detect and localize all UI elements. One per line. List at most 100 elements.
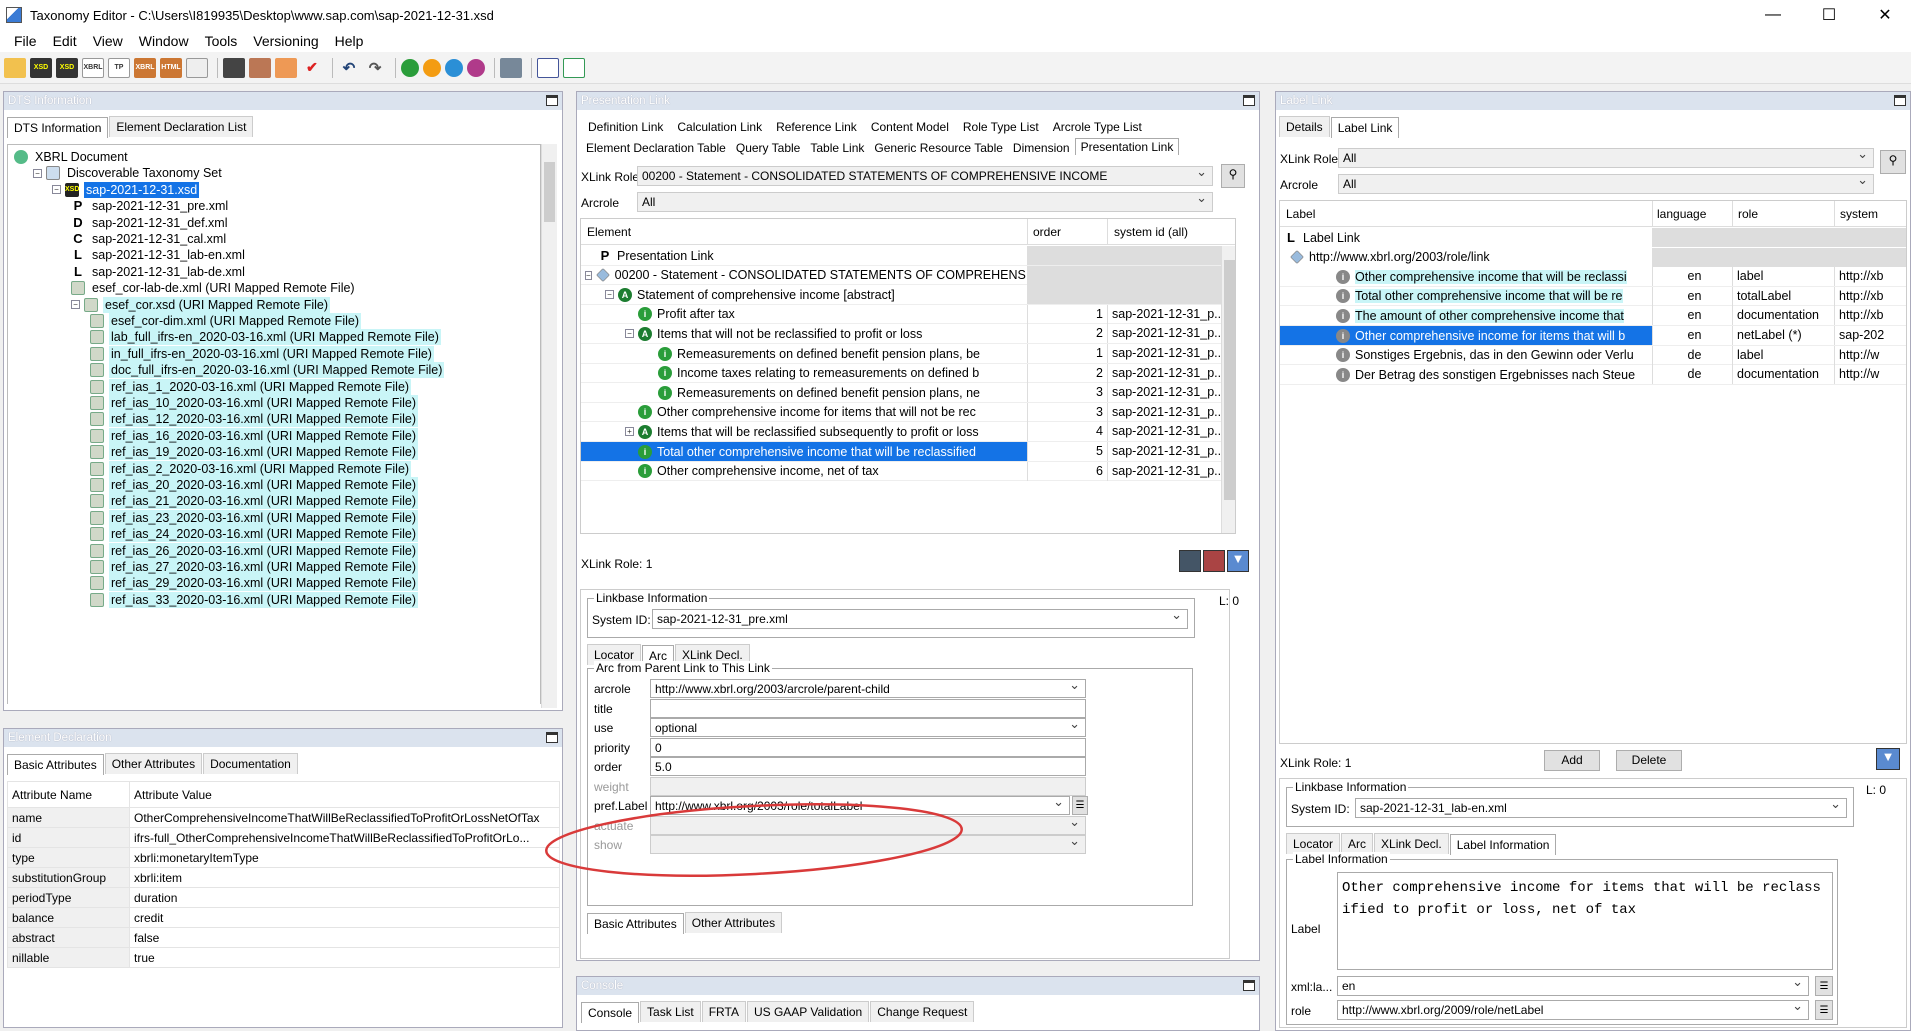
presentation-row[interactable]: − A Statement of comprehensive income [abs…: [581, 285, 1221, 305]
attribute-row[interactable]: substitutionGroup xbrli:item: [7, 867, 560, 888]
label-row[interactable]: i The amount of other comprehensive incom…: [1280, 306, 1906, 326]
attribute-row[interactable]: nillable true: [7, 947, 560, 968]
tab-label-locator[interactable]: Locator: [1286, 833, 1341, 854]
tab-label-xlink-decl[interactable]: XLink Decl.: [1374, 833, 1449, 854]
arc-attribute-field[interactable]: [650, 698, 1086, 718]
open-icon[interactable]: [4, 57, 26, 78]
role-select[interactable]: http://www.xbrl.org/2009/role/netLabel: [1337, 1000, 1809, 1020]
undo-icon[interactable]: ↶: [338, 58, 360, 78]
label-xlink-role-select[interactable]: All: [1338, 148, 1874, 168]
tab-role-type-list[interactable]: Role Type List: [956, 120, 1046, 134]
list-icon[interactable]: [186, 57, 208, 78]
presentation-scrollbar[interactable]: [1221, 246, 1235, 533]
xml-lang-select[interactable]: en: [1337, 976, 1809, 996]
save-icon[interactable]: [223, 57, 245, 78]
expand-toggle-icon[interactable]: −: [52, 185, 61, 195]
tab-details[interactable]: Details: [1279, 116, 1330, 137]
tab-console[interactable]: Console: [581, 1002, 640, 1023]
remove-child-icon[interactable]: [1203, 550, 1225, 572]
tab-definition-link[interactable]: Definition Link: [581, 120, 670, 134]
expand-toggle-icon[interactable]: −: [585, 270, 592, 280]
pink-icon[interactable]: [467, 58, 485, 77]
move-down-icon[interactable]: ▼: [1227, 550, 1249, 572]
tab-arc-other-attributes[interactable]: Other Attributes: [684, 912, 783, 933]
maximize-button[interactable]: ☐: [1806, 0, 1852, 30]
menu-help[interactable]: Help: [327, 33, 372, 49]
maximize-panel-icon[interactable]: [546, 95, 558, 106]
tab-change-request[interactable]: Change Request: [870, 1001, 975, 1022]
tab-label-arc[interactable]: Arc: [1341, 833, 1374, 854]
orange-icon[interactable]: [423, 58, 441, 77]
menu-view[interactable]: View: [85, 33, 131, 49]
label-row[interactable]: i Der Betrag des sonstigen Ergebnisses na…: [1280, 365, 1906, 385]
expand-toggle-icon[interactable]: −: [605, 290, 614, 300]
label-move-down-icon[interactable]: ▼: [1876, 748, 1900, 770]
blue-icon[interactable]: [445, 58, 463, 77]
attribute-value-cell[interactable]: ifrs-full_OtherComprehensiveIncomeThatWi…: [129, 827, 560, 848]
xsd-remote-icon[interactable]: XSD: [56, 57, 78, 78]
tp-icon[interactable]: TP: [108, 57, 130, 78]
dts-scrollbar[interactable]: [541, 144, 557, 708]
attribute-row[interactable]: abstract false: [7, 927, 560, 948]
tab-us-gaap-validation[interactable]: US GAAP Validation: [746, 1001, 870, 1022]
attribute-value-cell[interactable]: credit: [129, 907, 560, 928]
xbrl-icon[interactable]: XBRL: [82, 57, 104, 78]
tab-arc-basic-attributes[interactable]: Basic Attributes: [587, 913, 684, 934]
validate-icon[interactable]: ✔: [301, 58, 323, 78]
presentation-row[interactable]: i Profit after tax 1 sap-2021-12-31_p...: [581, 304, 1221, 325]
label-link-root[interactable]: L Label Link: [1280, 228, 1906, 248]
attribute-value-cell[interactable]: true: [129, 947, 560, 968]
maximize-panel-icon[interactable]: [546, 732, 558, 743]
presentation-row[interactable]: i Total other comprehensive income that w…: [581, 442, 1221, 462]
attribute-value-cell[interactable]: false: [129, 927, 560, 948]
attribute-value-cell[interactable]: xbrli:monetaryItemType: [129, 847, 560, 868]
expand-toggle-icon[interactable]: −: [33, 168, 42, 178]
delete-button[interactable]: Delete: [1616, 750, 1682, 771]
tab-label-link[interactable]: Label Link: [1330, 117, 1400, 138]
minimize-button[interactable]: —: [1750, 0, 1796, 30]
arc-attribute-field[interactable]: 0: [650, 737, 1086, 757]
attribute-row[interactable]: name OtherComprehensiveIncomeThatWillBeRe…: [7, 807, 560, 828]
tab-presentation-link[interactable]: Presentation Link: [1074, 138, 1180, 155]
maximize-panel-icon[interactable]: [1243, 95, 1255, 106]
tab-dts-information[interactable]: DTS Information: [7, 117, 109, 138]
tab-frta[interactable]: FRTA: [701, 1001, 746, 1022]
label-arcrole-select[interactable]: All: [1338, 174, 1874, 194]
menu-window[interactable]: Window: [131, 33, 197, 49]
tab-task-list[interactable]: Task List: [640, 1001, 701, 1022]
tab-dimension[interactable]: Dimension: [1008, 141, 1075, 155]
tab-element-declaration-list[interactable]: Element Declaration List: [109, 116, 254, 137]
presentation-row[interactable]: i Other comprehensive income for items th…: [581, 402, 1221, 423]
label-link-role-node[interactable]: http://www.xbrl.org/2003/role/link: [1280, 247, 1906, 268]
tab-basic-attributes[interactable]: Basic Attributes: [7, 754, 104, 775]
label-pin-icon[interactable]: ⚲: [1880, 150, 1906, 174]
tab-generic-resource-table[interactable]: Generic Resource Table: [869, 141, 1008, 155]
export-icon[interactable]: [275, 57, 297, 78]
attribute-value-cell[interactable]: duration: [129, 887, 560, 908]
tab-calculation-link[interactable]: Calculation Link: [670, 120, 769, 134]
export2-icon[interactable]: [563, 57, 585, 78]
label-role-list-icon[interactable]: ☰: [1072, 796, 1088, 815]
label-row[interactable]: i Sonstiges Ergebnis, das in den Gewinn o…: [1280, 345, 1906, 366]
tab-other-attributes[interactable]: Other Attributes: [104, 753, 203, 774]
attribute-value-cell[interactable]: OtherComprehensiveIncomeThatWillBeReclas…: [129, 807, 560, 828]
green-icon[interactable]: [401, 58, 419, 77]
xbrl-file-icon[interactable]: XBRL: [134, 57, 156, 78]
presentation-row[interactable]: − 00200 - Statement - CONSOLIDATED STATEM…: [581, 265, 1221, 286]
maximize-panel-icon[interactable]: [1894, 95, 1906, 106]
attribute-row[interactable]: id ifrs-full_OtherComprehensiveIncomeThat…: [7, 827, 560, 848]
arc-attribute-field[interactable]: optional: [650, 718, 1086, 737]
pin-icon[interactable]: ⚲: [1221, 164, 1245, 188]
tab-arcrole-type-list[interactable]: Arcrole Type List: [1046, 120, 1149, 134]
label-text-area[interactable]: Other comprehensive income for items tha…: [1337, 872, 1833, 970]
tab-element-declaration-table[interactable]: Element Declaration Table: [581, 141, 731, 155]
tab-reference-link[interactable]: Reference Link: [769, 120, 864, 134]
label-row[interactable]: i Other comprehensive income that will be…: [1280, 267, 1906, 287]
tool-icon[interactable]: [500, 57, 522, 78]
menu-edit[interactable]: Edit: [45, 33, 85, 49]
expand-toggle-icon[interactable]: −: [71, 300, 80, 310]
presentation-row[interactable]: − A Items that will not be reclassified to…: [581, 324, 1221, 344]
attribute-row[interactable]: balance credit: [7, 907, 560, 928]
expand-toggle-icon[interactable]: +: [625, 427, 634, 437]
label-row[interactable]: i Total other comprehensive income that w…: [1280, 286, 1906, 307]
